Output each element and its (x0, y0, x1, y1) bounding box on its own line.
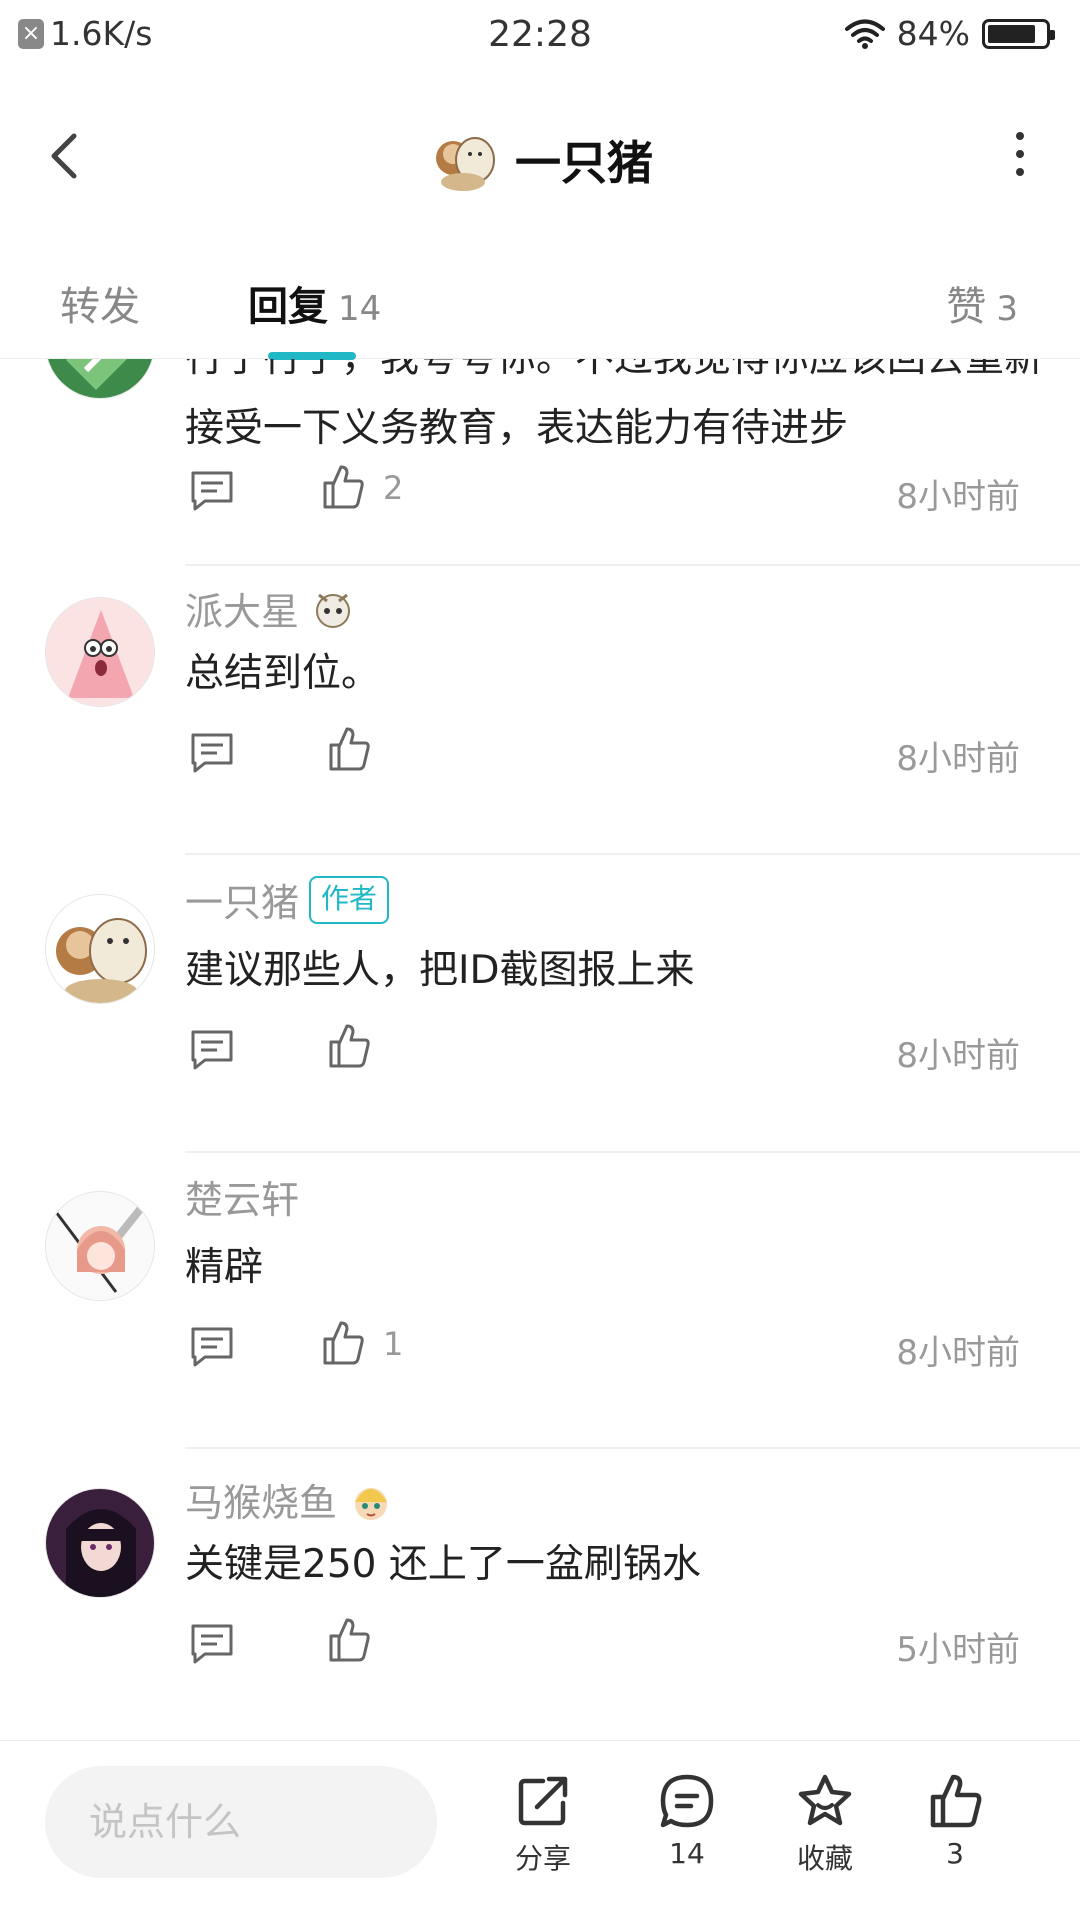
username[interactable]: 一只猪 (185, 872, 299, 927)
timestamp: 8小时前 (896, 477, 1020, 517)
reply-icon[interactable] (189, 731, 235, 775)
bottom-action-bar: 分享 14 收藏 3 (0, 1740, 1080, 1921)
comment-item: 一只猪 作者 建议那些人，把ID截图报上来 8小时前 (0, 864, 1080, 1160)
favorite-label: 收藏 (796, 1842, 853, 1875)
top-bar: 一只猪 (0, 74, 1080, 234)
comment-text: 建议那些人，把ID截图报上来 (185, 948, 695, 993)
thumbs-up-icon[interactable] (327, 725, 371, 773)
tab-reply[interactable]: 回复 14 (248, 274, 381, 332)
comments-button[interactable]: 14 (632, 1771, 742, 1870)
battery-percent: 84% (896, 14, 970, 53)
reply-icon[interactable] (189, 1028, 235, 1072)
timestamp: 8小时前 (896, 1333, 1020, 1373)
share-label: 分享 (514, 1842, 571, 1875)
comment-item: 楚云轩 精辟 1 8小时前 (0, 1161, 1080, 1457)
title-area[interactable]: 一只猪 (0, 124, 1080, 196)
like-button[interactable]: 3 (900, 1771, 1010, 1870)
avatar[interactable] (45, 1488, 155, 1598)
timestamp: 8小时前 (896, 1036, 1020, 1076)
page-title: 一只猪 (515, 136, 653, 190)
divider (185, 564, 1080, 566)
like-count-text: 1 (383, 1325, 404, 1363)
reply-count: 14 (338, 289, 382, 329)
username[interactable]: 楚云轩 (185, 1169, 299, 1224)
comment-input[interactable] (45, 1766, 437, 1878)
comment-item: 派大星 总结到位。 8小时前 (0, 567, 1080, 863)
share-icon (518, 1776, 568, 1826)
comment-actions: 5小时前 (185, 1612, 1020, 1672)
likes-count: 3 (946, 1837, 964, 1870)
thumbs-up-icon (930, 1774, 982, 1828)
tab-like[interactable]: 赞3 (946, 274, 1018, 332)
thumbs-up-icon[interactable] (321, 1319, 365, 1367)
user-medal-icon (355, 1487, 388, 1520)
comment-text: 总结到位。 (185, 651, 381, 696)
user-row: 派大星 (185, 581, 357, 636)
tab-bar: 转发 回复 14 赞3 (0, 234, 1080, 360)
divider (185, 1447, 1080, 1449)
user-medal-icon (316, 593, 351, 628)
author-badge: 作者 (309, 875, 390, 924)
username[interactable]: 马猴烧鱼 (185, 1472, 337, 1527)
status-bar: × 1.6K/s 22:28 84% (0, 0, 1080, 74)
comment-bubble-icon (660, 1774, 714, 1828)
username[interactable]: 派大星 (185, 581, 299, 636)
reply-icon[interactable] (189, 1325, 235, 1369)
wifi-icon (844, 19, 885, 49)
user-row: 楚云轩 (185, 1169, 299, 1224)
comment-actions: 8小时前 (185, 721, 1020, 781)
user-row: 一只猪 作者 (185, 872, 390, 927)
status-right: 84% (844, 14, 1055, 53)
favorite-button[interactable]: 收藏 (770, 1771, 880, 1877)
battery-icon (982, 18, 1055, 49)
more-options-icon[interactable] (1000, 124, 1040, 184)
divider (185, 853, 1080, 855)
like-count: 3 (996, 289, 1018, 329)
avatar[interactable] (45, 1191, 155, 1301)
user-row: 马猴烧鱼 (185, 1472, 395, 1527)
star-icon (798, 1774, 852, 1826)
comments-count: 14 (669, 1837, 705, 1870)
comment-text: 关键是250 还上了一盆刷锅水 (185, 1542, 701, 1587)
like-count-text: 2 (383, 469, 404, 507)
avatar[interactable] (45, 894, 155, 1004)
author-avatar-icon (436, 137, 495, 191)
reply-icon[interactable] (189, 1622, 235, 1666)
thumbs-up-icon[interactable] (327, 1616, 371, 1664)
thumbs-up-icon[interactable] (327, 1022, 371, 1070)
timestamp: 5小时前 (896, 1630, 1020, 1670)
divider (185, 1151, 1080, 1153)
avatar[interactable] (45, 359, 155, 399)
timestamp: 8小时前 (896, 739, 1020, 779)
avatar[interactable] (45, 597, 155, 707)
reply-icon[interactable] (189, 469, 235, 513)
tab-forward[interactable]: 转发 (60, 274, 140, 332)
comment-list[interactable]: 行了行了，我夸夸你。不过我觉得你应该回去重新接受一下义务教育，表达能力有待进步 … (0, 359, 1080, 1739)
share-button[interactable]: 分享 (488, 1771, 598, 1877)
comment-item: 行了行了，我夸夸你。不过我觉得你应该回去重新接受一下义务教育，表达能力有待进步 … (0, 359, 1080, 569)
comment-actions: 1 8小时前 (185, 1315, 1020, 1375)
comment-item: 马猴烧鱼 关键是250 还上了一盆刷锅水 5小时前 (0, 1458, 1080, 1739)
thumbs-up-icon[interactable] (321, 463, 365, 511)
comment-text: 行了行了，我夸夸你。不过我觉得你应该回去重新接受一下义务教育，表达能力有待进步 (185, 359, 1043, 451)
comment-actions: 2 8小时前 (185, 459, 1020, 519)
comment-actions: 8小时前 (185, 1018, 1020, 1078)
comment-text: 精辟 (185, 1245, 264, 1290)
